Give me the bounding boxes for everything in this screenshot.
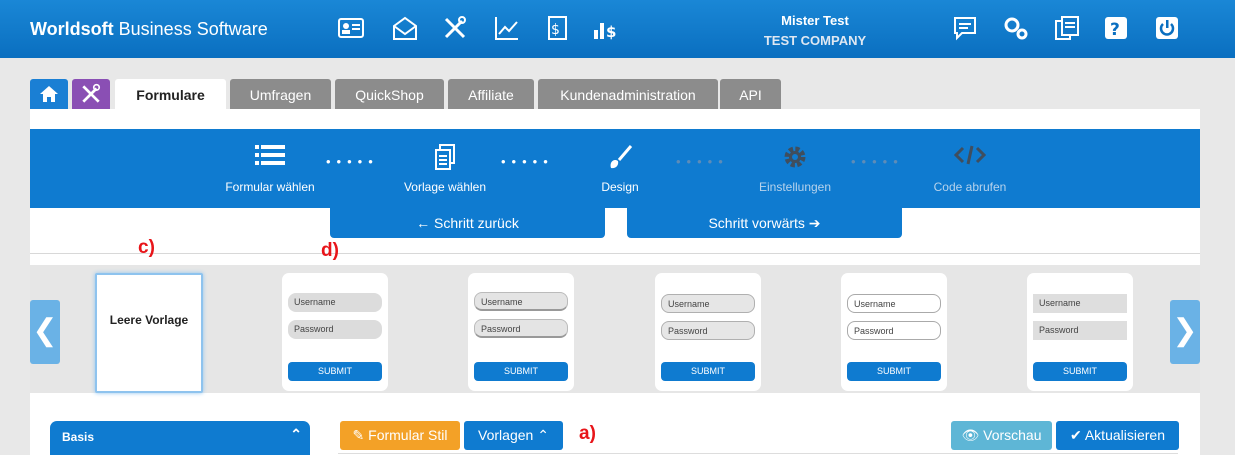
submit-button: SUBMIT — [847, 362, 941, 381]
step-forward-button[interactable]: Schritt vorwärts ➔ — [627, 208, 902, 238]
tools-icon — [82, 83, 101, 103]
step-design[interactable]: Design — [550, 129, 690, 194]
template-card-4[interactable]: Username Password SUBMIT — [841, 273, 947, 391]
user-info: Mister Test TEST COMPANY — [700, 11, 930, 51]
list-icon — [255, 145, 285, 165]
svg-text:$: $ — [606, 23, 616, 41]
formular-stil-button[interactable]: ✎ Formular Stil — [340, 421, 460, 450]
carousel-prev-button[interactable]: ❮ — [30, 300, 60, 364]
chevron-up-icon: ⌃ — [290, 426, 302, 442]
step-formular-waehlen[interactable]: Formular wählen — [200, 129, 340, 194]
step-einstellungen[interactable]: Einstellungen — [725, 129, 865, 194]
toolbar-divider — [338, 453, 1178, 454]
brush-icon — [610, 145, 633, 169]
template-card-empty[interactable]: Leere Vorlage — [95, 273, 203, 393]
basis-label: Basis — [62, 430, 95, 444]
step-code-abrufen[interactable]: Code abrufen — [900, 129, 1040, 194]
svg-text:$: $ — [551, 22, 560, 38]
tab-quickshop[interactable]: QuickShop — [335, 79, 444, 109]
tab-formulare[interactable]: Formulare — [115, 79, 226, 109]
step-label: Einstellungen — [758, 180, 832, 194]
step-connector: ••••• — [851, 154, 904, 169]
invoice-dollar-icon[interactable]: $ — [543, 14, 571, 42]
username-field: Username — [474, 292, 568, 311]
bar-dollar-icon[interactable]: $ — [592, 14, 620, 42]
tab-tools[interactable] — [72, 79, 110, 109]
submit-button: SUBMIT — [288, 362, 382, 381]
step-connector: ••••• — [676, 154, 729, 169]
mail-icon[interactable] — [391, 14, 419, 42]
password-field: Password — [474, 319, 568, 338]
vorschau-button[interactable]: 👁 Vorschau — [951, 421, 1052, 450]
password-field: Password — [1033, 321, 1127, 340]
template-card-3[interactable]: Username Password SUBMIT — [655, 273, 761, 391]
annotation-d: d) — [321, 240, 339, 261]
template-card-5[interactable]: Username Password SUBMIT — [1027, 273, 1133, 391]
document-icon — [435, 144, 455, 170]
step-back-button[interactable]: ← Schritt zurück — [330, 208, 605, 238]
divider — [30, 253, 1200, 254]
step-vorlage-waehlen[interactable]: Vorlage wählen — [375, 129, 515, 194]
vorlagen-button[interactable]: Vorlagen ⌃ — [464, 421, 563, 450]
tab-umfragen[interactable]: Umfragen — [230, 79, 331, 109]
gear-icon — [784, 146, 806, 168]
password-field: Password — [288, 320, 382, 339]
carousel-next-button[interactable]: ❯ — [1170, 300, 1200, 364]
contact-card-icon[interactable] — [337, 14, 365, 42]
annotation-c: c) — [138, 237, 155, 258]
template-card-1[interactable]: Username Password SUBMIT — [282, 273, 388, 391]
documents-icon[interactable] — [1053, 14, 1081, 42]
annotation-a: a) — [579, 423, 596, 444]
username-field: Username — [288, 293, 382, 312]
username-field: Username — [1033, 294, 1127, 313]
submit-button: SUBMIT — [1033, 362, 1127, 381]
tab-home[interactable] — [30, 79, 68, 109]
wizard-steps: Formular wählen ••••• Vorlage wählen •••… — [30, 129, 1200, 208]
tools-icon[interactable] — [441, 14, 469, 42]
submit-button: SUBMIT — [661, 362, 755, 381]
tab-affiliate[interactable]: Affiliate — [448, 79, 534, 109]
help-icon[interactable]: ? — [1102, 14, 1130, 42]
company-name: TEST COMPANY — [763, 33, 867, 48]
step-label: Design — [601, 180, 639, 194]
template-card-2[interactable]: Username Password SUBMIT — [468, 273, 574, 391]
template-empty-label: Leere Vorlage — [109, 313, 189, 327]
code-icon — [954, 145, 986, 165]
home-icon — [40, 86, 58, 102]
brand-title: Worldsoft Business Software — [30, 19, 268, 39]
aktualisieren-button[interactable]: ✔ Aktualisieren — [1056, 421, 1179, 450]
step-label: Formular wählen — [225, 180, 315, 194]
password-field: Password — [847, 321, 941, 340]
username-field: Username — [847, 294, 941, 313]
comment-icon[interactable] — [951, 14, 979, 42]
tab-api[interactable]: API — [720, 79, 781, 109]
user-name: Mister Test — [781, 13, 849, 28]
password-field: Password — [661, 321, 755, 340]
gears-icon[interactable] — [1002, 14, 1030, 42]
username-field: Username — [661, 294, 755, 313]
svg-text:?: ? — [1110, 20, 1120, 40]
step-label: Code abrufen — [933, 180, 1007, 194]
basis-panel-header[interactable]: Basis ⌃ — [50, 421, 310, 455]
tab-kundenadministration[interactable]: Kundenadministration — [538, 79, 718, 109]
step-connector: ••••• — [326, 154, 379, 169]
step-label: Vorlage wählen — [403, 180, 487, 194]
chart-line-icon[interactable] — [493, 14, 521, 42]
power-icon[interactable] — [1153, 14, 1181, 42]
template-carousel — [30, 265, 1200, 393]
step-connector: ••••• — [501, 154, 554, 169]
submit-button: SUBMIT — [474, 362, 568, 381]
